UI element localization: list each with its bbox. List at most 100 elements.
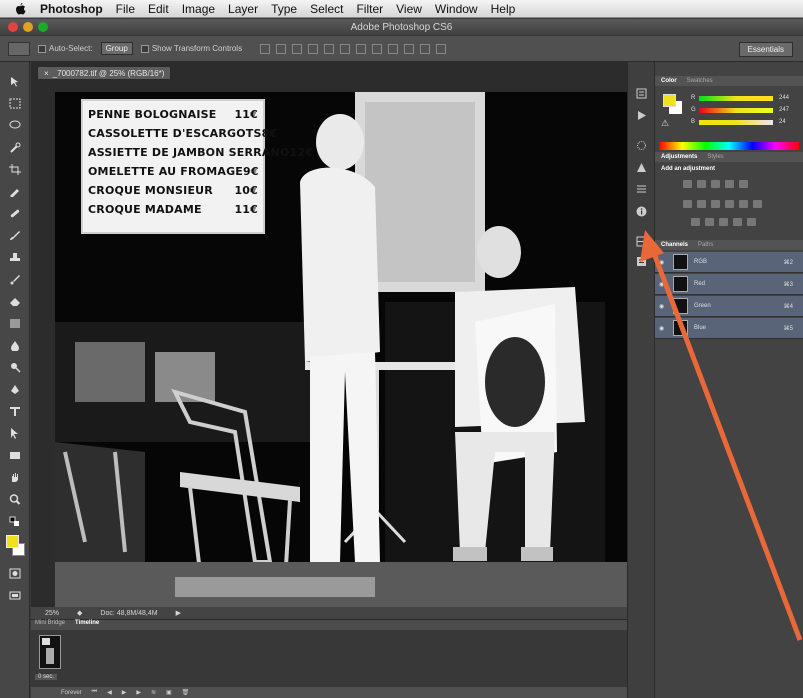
tab-timeline[interactable]: Timeline (75, 620, 99, 630)
delete-frame-icon[interactable]: 🗑 (182, 689, 190, 696)
tab-styles[interactable]: Styles (707, 154, 723, 160)
color-balance-icon[interactable] (697, 200, 706, 208)
align-right-icon[interactable] (340, 43, 351, 54)
tab-paths[interactable]: Paths (698, 242, 713, 248)
type-tool-icon[interactable] (9, 404, 21, 416)
crop-tool-icon[interactable] (9, 162, 21, 175)
tween-icon[interactable]: ≋ (151, 689, 156, 696)
channel-value[interactable]: 247 (779, 107, 789, 113)
hand-tool-icon[interactable] (9, 470, 21, 482)
rectangle-tool-icon[interactable] (9, 448, 21, 459)
eye-icon[interactable]: ◉ (659, 259, 669, 266)
character-icon[interactable] (636, 182, 647, 193)
channel-row-blue[interactable]: ◉ Blue ⌘5 (655, 318, 803, 339)
play-icon[interactable]: ▶ (122, 689, 127, 696)
slider-red[interactable]: R 244 (691, 94, 797, 102)
healing-brush-tool-icon[interactable] (9, 206, 21, 218)
slider-blue[interactable]: B 24 (691, 118, 797, 126)
align-top-icon[interactable] (260, 43, 271, 54)
brush-presets-icon[interactable] (636, 138, 647, 150)
menu-type[interactable]: Type (271, 2, 297, 16)
align-center-icon[interactable] (324, 43, 335, 54)
menu-help[interactable]: Help (491, 2, 516, 16)
slider-track[interactable] (699, 107, 773, 113)
align-left-icon[interactable] (308, 43, 319, 54)
vibrance-icon[interactable] (739, 180, 748, 188)
channel-value[interactable]: 24 (779, 119, 786, 125)
photo-filter-icon[interactable] (725, 200, 734, 208)
move-tool-icon[interactable] (9, 74, 21, 87)
channel-mixer-icon[interactable] (739, 200, 748, 208)
threshold-icon[interactable] (719, 218, 728, 226)
color-spectrum[interactable] (659, 142, 799, 150)
notes-icon[interactable] (636, 254, 647, 266)
invert-icon[interactable] (691, 218, 700, 226)
slider-track[interactable] (699, 119, 773, 125)
hue-saturation-icon[interactable] (683, 200, 692, 208)
tab-swatches[interactable]: Swatches (687, 78, 713, 84)
path-selection-tool-icon[interactable] (9, 426, 21, 439)
close-tab-icon[interactable]: × (44, 69, 49, 78)
clone-stamp-tool-icon[interactable] (9, 250, 21, 261)
tab-channels[interactable]: Channels (661, 242, 688, 248)
actions-icon[interactable] (636, 108, 647, 120)
layer-comps-icon[interactable] (636, 234, 647, 247)
distribute-left-icon[interactable] (404, 43, 415, 54)
image-canvas[interactable]: PENNE BOLOGNAISE 11€ CASSOLETTE D'ESCARGO… (55, 92, 630, 612)
eye-icon[interactable]: ◉ (659, 281, 669, 288)
frame-delay[interactable]: 0 sec. (35, 674, 58, 680)
animation-frame[interactable] (39, 635, 61, 669)
duplicate-frame-icon[interactable]: ▣ (166, 689, 172, 696)
lasso-tool-icon[interactable] (9, 118, 21, 129)
distribute-bottom-icon[interactable] (388, 43, 399, 54)
channel-row-rgb[interactable]: ◉ RGB ⌘2 (655, 252, 803, 273)
color-lookup-icon[interactable] (753, 200, 762, 208)
status-info-icon[interactable]: ◆ (77, 609, 82, 617)
workspace-switcher[interactable]: Essentials (738, 42, 793, 57)
menu-photoshop[interactable]: Photoshop (40, 2, 103, 16)
align-middle-icon[interactable] (276, 43, 287, 54)
gradient-map-icon[interactable] (733, 218, 742, 226)
eye-icon[interactable]: ◉ (659, 325, 669, 332)
align-bottom-icon[interactable] (292, 43, 303, 54)
auto-select-dropdown[interactable]: Group (100, 42, 133, 55)
tab-color[interactable]: Color (661, 78, 677, 84)
next-frame-icon[interactable]: ▶ (136, 689, 141, 696)
selective-color-icon[interactable] (747, 218, 756, 226)
distribute-middle-icon[interactable] (372, 43, 383, 54)
levels-icon[interactable] (697, 180, 706, 188)
channel-row-green[interactable]: ◉ Green ⌘4 (655, 296, 803, 317)
document-tab[interactable]: × _7000782.tif @ 25% (RGB/16*) (37, 66, 172, 80)
first-frame-icon[interactable]: ⏮ (92, 689, 97, 696)
tab-adjustments[interactable]: Adjustments (661, 154, 697, 160)
gamut-warning-icon[interactable]: ⚠ (661, 118, 669, 129)
foreground-color-swatch[interactable] (6, 535, 19, 548)
distribute-top-icon[interactable] (356, 43, 367, 54)
paragraph-icon[interactable] (636, 160, 647, 172)
history-brush-tool-icon[interactable] (9, 272, 21, 285)
menu-filter[interactable]: Filter (356, 2, 383, 16)
zoom-level[interactable]: 25% (45, 610, 59, 617)
menu-file[interactable]: File (116, 2, 135, 16)
apple-icon[interactable] (14, 2, 26, 16)
dodge-tool-icon[interactable] (9, 360, 21, 373)
slider-track[interactable] (699, 95, 773, 101)
menu-view[interactable]: View (396, 2, 422, 16)
default-colors-icon[interactable] (9, 514, 21, 526)
menu-edit[interactable]: Edit (148, 2, 169, 16)
quick-mask-icon[interactable] (9, 566, 21, 579)
exposure-icon[interactable] (725, 180, 734, 188)
posterize-icon[interactable] (705, 218, 714, 226)
pen-tool-icon[interactable] (9, 382, 21, 394)
status-menu-arrow-icon[interactable]: ▶ (176, 609, 181, 617)
blur-tool-icon[interactable] (9, 338, 21, 352)
marquee-tool-icon[interactable] (9, 96, 21, 109)
menu-select[interactable]: Select (310, 2, 343, 16)
history-icon[interactable] (636, 86, 647, 99)
menu-image[interactable]: Image (182, 2, 215, 16)
tool-preset-picker[interactable] (8, 41, 30, 56)
black-white-icon[interactable] (711, 200, 720, 208)
auto-select-checkbox[interactable]: Auto-Select: (38, 44, 93, 53)
zoom-tool-icon[interactable] (9, 492, 21, 505)
menu-window[interactable]: Window (435, 2, 478, 16)
